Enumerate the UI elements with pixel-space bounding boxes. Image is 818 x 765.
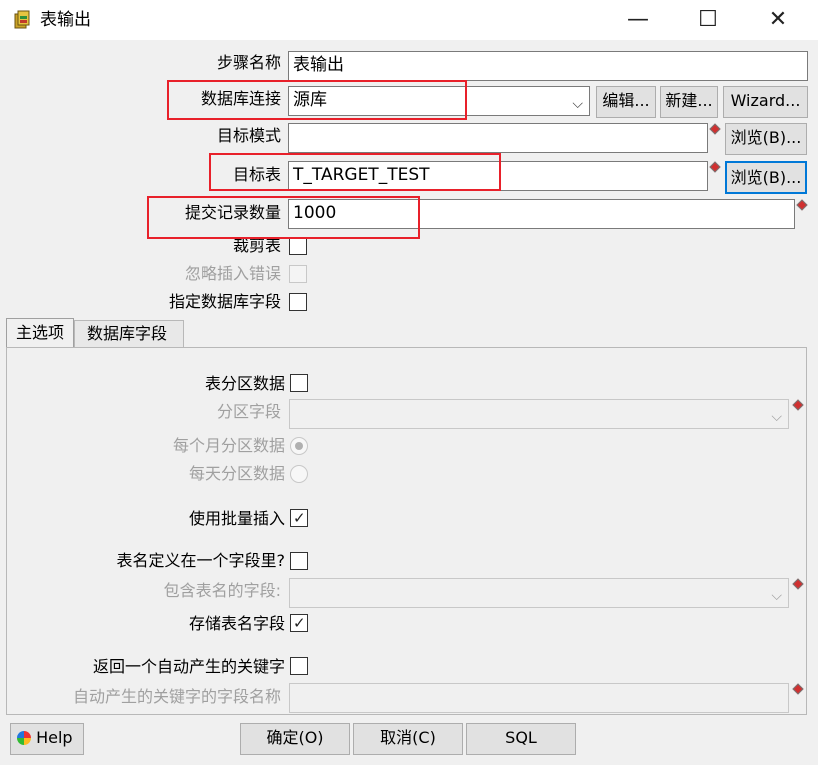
new-connection-button[interactable]: 新建... <box>660 86 718 118</box>
window-title: 表输出 <box>40 10 91 30</box>
help-icon <box>17 731 31 745</box>
use-batch-insert-checkbox[interactable]: ✓ <box>290 509 308 527</box>
partition-monthly-radio[interactable] <box>290 437 308 455</box>
highlight-box-target-table <box>209 153 501 191</box>
partition-daily-radio[interactable] <box>290 465 308 483</box>
tab-db-fields[interactable]: 数据库字段 <box>74 320 184 348</box>
target-schema-input[interactable] <box>288 123 708 153</box>
tablename-field-label: 包含表名的字段: <box>163 581 281 600</box>
tab-db-fields-label: 数据库字段 <box>87 324 168 343</box>
checkmark-icon: ✓ <box>293 509 306 527</box>
return-generated-key-label: 返回一个自动产生的关键字 <box>92 657 285 676</box>
target-schema-label: 目标模式 <box>216 126 281 145</box>
ok-button[interactable]: 确定(O) <box>240 723 350 755</box>
sql-button[interactable]: SQL <box>466 723 576 755</box>
minimize-icon[interactable]: — <box>618 6 658 34</box>
tablename-field-select[interactable]: ⌵ <box>289 578 789 608</box>
step-name-input[interactable]: 表输出 <box>288 51 808 81</box>
maximize-icon[interactable]: ☐ <box>688 6 728 34</box>
use-batch-insert-label: 使用批量插入 <box>188 509 285 528</box>
partition-data-checkbox[interactable] <box>290 374 308 392</box>
generated-key-field-input[interactable] <box>289 683 789 713</box>
title-bar: 表输出 — ☐ ✕ <box>0 0 818 40</box>
highlight-box-commit-size <box>147 196 420 239</box>
variable-icon <box>709 161 721 173</box>
truncate-table-checkbox[interactable] <box>289 237 307 255</box>
app-icon <box>14 10 32 30</box>
specify-db-fields-label: 指定数据库字段 <box>168 292 281 311</box>
chevron-down-icon[interactable]: ⌵ <box>572 91 583 115</box>
help-label: Help <box>36 728 73 747</box>
cancel-button[interactable]: 取消(C) <box>353 723 463 755</box>
return-generated-key-checkbox[interactable] <box>290 657 308 675</box>
partition-monthly-label: 每个月分区数据 <box>172 436 285 455</box>
highlight-box-db-connection <box>167 80 467 120</box>
variable-icon <box>709 123 721 135</box>
ignore-insert-errors-checkbox[interactable] <box>289 265 307 283</box>
tab-main-options-label: 主选项 <box>15 323 64 342</box>
ignore-insert-errors-label: 忽略插入错误 <box>184 264 281 283</box>
chevron-down-icon[interactable]: ⌵ <box>771 404 782 428</box>
tab-main-options[interactable]: 主选项 <box>6 318 74 348</box>
wizard-button[interactable]: Wizard... <box>723 86 808 118</box>
close-icon[interactable]: ✕ <box>758 6 798 34</box>
variable-icon <box>796 199 808 211</box>
chevron-down-icon[interactable]: ⌵ <box>771 583 782 607</box>
store-tablename-field-label: 存储表名字段 <box>188 614 285 633</box>
partition-data-label: 表分区数据 <box>204 374 285 393</box>
help-button[interactable]: Help <box>10 723 84 755</box>
browse-schema-button[interactable]: 浏览(B)... <box>725 123 807 155</box>
edit-connection-button[interactable]: 编辑... <box>596 86 656 118</box>
checkmark-icon: ✓ <box>293 614 306 632</box>
generated-key-field-label: 自动产生的关键字的字段名称 <box>72 687 281 706</box>
specify-db-fields-checkbox[interactable] <box>289 293 307 311</box>
step-name-label: 步骤名称 <box>216 53 281 72</box>
partition-daily-label: 每天分区数据 <box>188 464 285 483</box>
tablename-in-field-label: 表名定义在一个字段里? <box>116 551 286 570</box>
browse-table-button[interactable]: 浏览(B)... <box>725 161 807 194</box>
tablename-in-field-checkbox[interactable] <box>290 552 308 570</box>
store-tablename-field-checkbox[interactable]: ✓ <box>290 614 308 632</box>
partition-field-label: 分区字段 <box>216 402 281 421</box>
partition-field-select[interactable]: ⌵ <box>289 399 789 429</box>
